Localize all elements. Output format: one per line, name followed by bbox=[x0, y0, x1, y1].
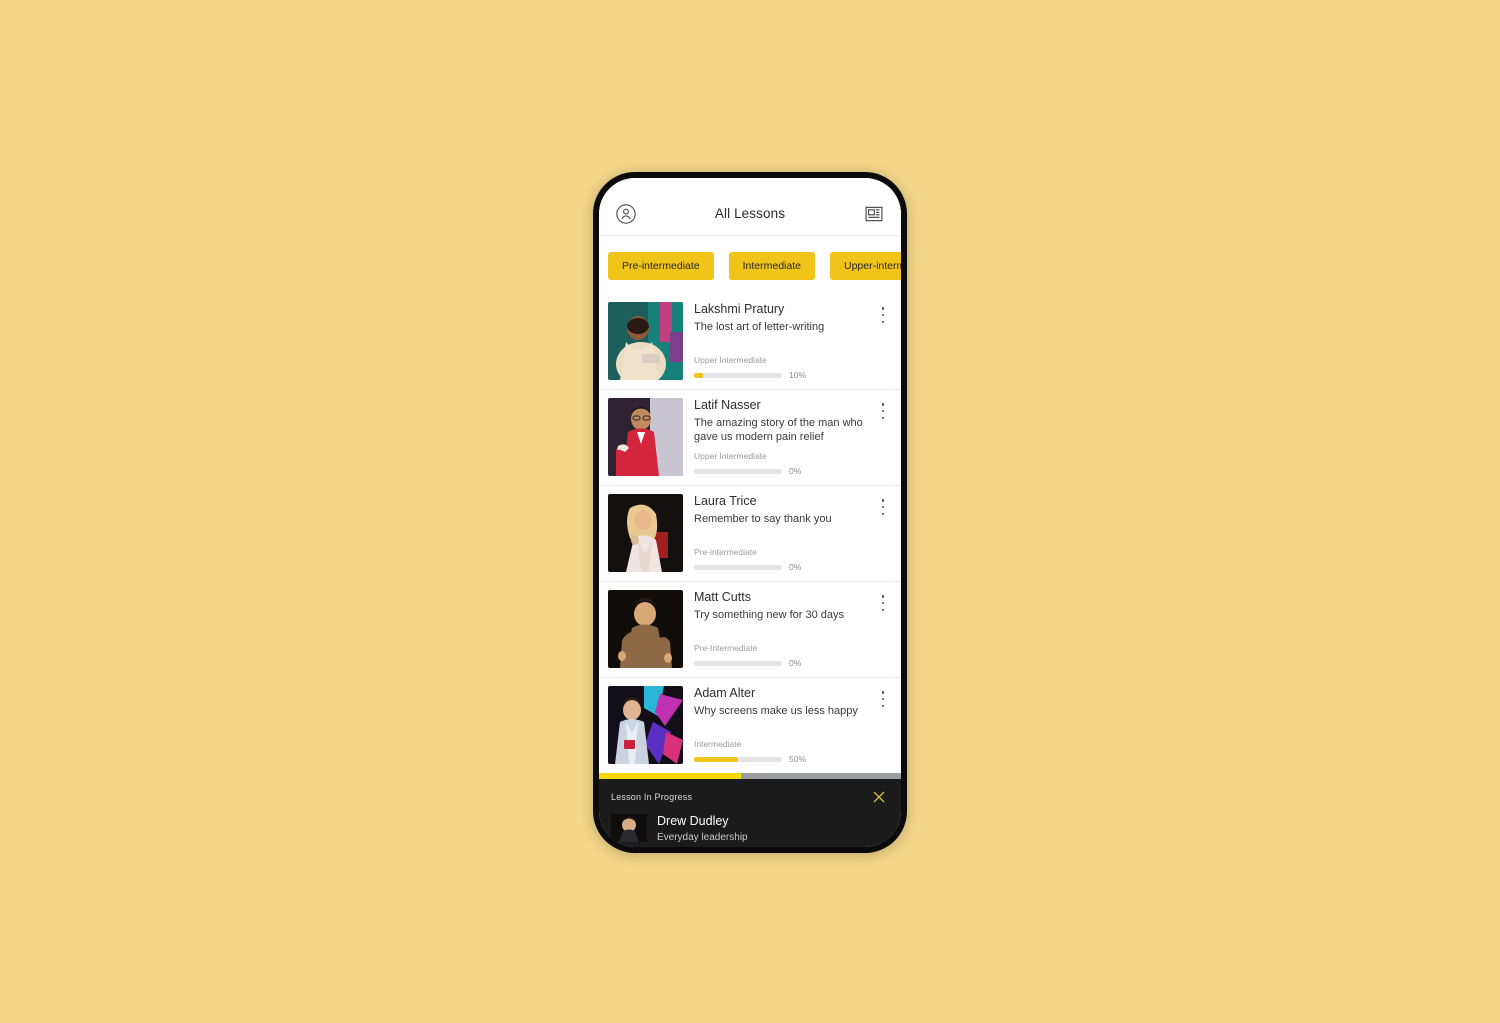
lesson-progress: 0% bbox=[694, 562, 874, 572]
progress-track bbox=[694, 372, 782, 378]
lesson-list-item[interactable]: Laura Trice Remember to say thank you Pr… bbox=[599, 486, 901, 582]
page-title: All Lessons bbox=[714, 206, 786, 221]
app-header: All Lessons bbox=[599, 178, 901, 236]
lesson-title: Why screens make us less happy bbox=[694, 704, 858, 717]
progress-track bbox=[694, 468, 782, 474]
lesson-level: Upper Intermediate bbox=[694, 451, 767, 461]
lesson-thumbnail bbox=[608, 686, 683, 764]
lesson-level: Pre-Intermediate bbox=[694, 643, 758, 653]
lesson-speaker: Lakshmi Pratury bbox=[694, 302, 785, 316]
lesson-list-item[interactable]: Latif Nasser The amazing story of the ma… bbox=[599, 390, 901, 486]
lesson-thumbnail bbox=[608, 494, 683, 572]
lesson-title: The lost art of letter-writing bbox=[694, 320, 825, 333]
profile-circle-icon[interactable] bbox=[613, 201, 639, 227]
lesson-list-item[interactable]: Lakshmi Pratury The lost art of letter-w… bbox=[599, 294, 901, 390]
progress-label: 50% bbox=[789, 754, 807, 764]
lesson-thumbnail bbox=[608, 302, 683, 380]
lesson-thumbnail bbox=[608, 590, 683, 668]
lesson-overflow-menu-icon[interactable] bbox=[876, 402, 890, 420]
close-x-icon[interactable] bbox=[869, 787, 889, 807]
filter-chip-upper-intermediate[interactable]: Upper-intermediate bbox=[830, 252, 901, 280]
mini-player-title: Everyday leadership bbox=[657, 832, 748, 843]
progress-label: 0% bbox=[789, 562, 802, 572]
lesson-overflow-menu-icon[interactable] bbox=[876, 594, 890, 612]
lesson-level: Intermediate bbox=[694, 739, 742, 749]
lesson-speaker: Latif Nasser bbox=[694, 398, 761, 412]
article-card-icon[interactable] bbox=[861, 201, 887, 227]
lesson-thumbnail bbox=[608, 398, 683, 476]
phone-frame: All Lessons Pre-intermediate Intermediat… bbox=[593, 172, 907, 853]
lesson-list-item[interactable]: Matt Cutts Try something new for 30 days… bbox=[599, 582, 901, 678]
lesson-title: Try something new for 30 days bbox=[694, 608, 844, 621]
progress-track bbox=[694, 756, 782, 762]
lesson-details: Latif Nasser The amazing story of the ma… bbox=[694, 398, 892, 476]
progress-label: 0% bbox=[789, 466, 802, 476]
phone-screen: All Lessons Pre-intermediate Intermediat… bbox=[599, 178, 901, 847]
lesson-overflow-menu-icon[interactable] bbox=[876, 306, 890, 324]
mini-player-header: Lesson In Progress bbox=[611, 787, 889, 807]
mini-player-thumbnail bbox=[611, 814, 647, 842]
lesson-speaker: Laura Trice bbox=[694, 494, 757, 508]
mini-player-body: Drew Dudley Everyday leadership bbox=[611, 814, 889, 843]
lesson-level: Upper Intermediate bbox=[694, 355, 767, 365]
lesson-speaker: Matt Cutts bbox=[694, 590, 751, 604]
progress-track bbox=[694, 660, 782, 666]
progress-label: 10% bbox=[789, 370, 807, 380]
progress-fill bbox=[694, 756, 738, 762]
progress-label: 0% bbox=[789, 658, 802, 668]
progress-track bbox=[694, 564, 782, 570]
filter-chip-intermediate[interactable]: Intermediate bbox=[728, 252, 815, 280]
lesson-overflow-menu-icon[interactable] bbox=[876, 690, 890, 708]
lesson-details: Matt Cutts Try something new for 30 days… bbox=[694, 590, 892, 668]
lesson-progress: 0% bbox=[694, 466, 874, 476]
progress-fill bbox=[694, 372, 703, 378]
lesson-list-item[interactable]: Adam Alter Why screens make us less happ… bbox=[599, 678, 901, 774]
lesson-in-progress-bar[interactable]: Lesson In Progress Drew Dudley Everyday … bbox=[599, 779, 901, 847]
mini-player-label: Lesson In Progress bbox=[611, 792, 693, 802]
lesson-progress: 50% bbox=[694, 754, 874, 764]
lesson-progress: 0% bbox=[694, 658, 874, 668]
lesson-details: Adam Alter Why screens make us less happ… bbox=[694, 686, 892, 764]
lesson-progress: 10% bbox=[694, 370, 874, 380]
mini-player-text: Drew Dudley Everyday leadership bbox=[657, 814, 748, 843]
lesson-overflow-menu-icon[interactable] bbox=[876, 498, 890, 516]
lesson-list[interactable]: Lakshmi Pratury The lost art of letter-w… bbox=[599, 294, 901, 774]
lesson-details: Laura Trice Remember to say thank you Pr… bbox=[694, 494, 892, 572]
lesson-details: Lakshmi Pratury The lost art of letter-w… bbox=[694, 302, 892, 380]
lesson-title: The amazing story of the man who gave us… bbox=[694, 416, 863, 443]
filter-chip-pre-intermediate[interactable]: Pre-intermediate bbox=[608, 252, 714, 280]
mini-player-speaker: Drew Dudley bbox=[657, 814, 729, 828]
lesson-level: Pre-intermediate bbox=[694, 547, 757, 557]
level-filter-row[interactable]: Pre-intermediate Intermediate Upper-inte… bbox=[599, 236, 901, 294]
lesson-title: Remember to say thank you bbox=[694, 512, 832, 525]
lesson-speaker: Adam Alter bbox=[694, 686, 756, 700]
